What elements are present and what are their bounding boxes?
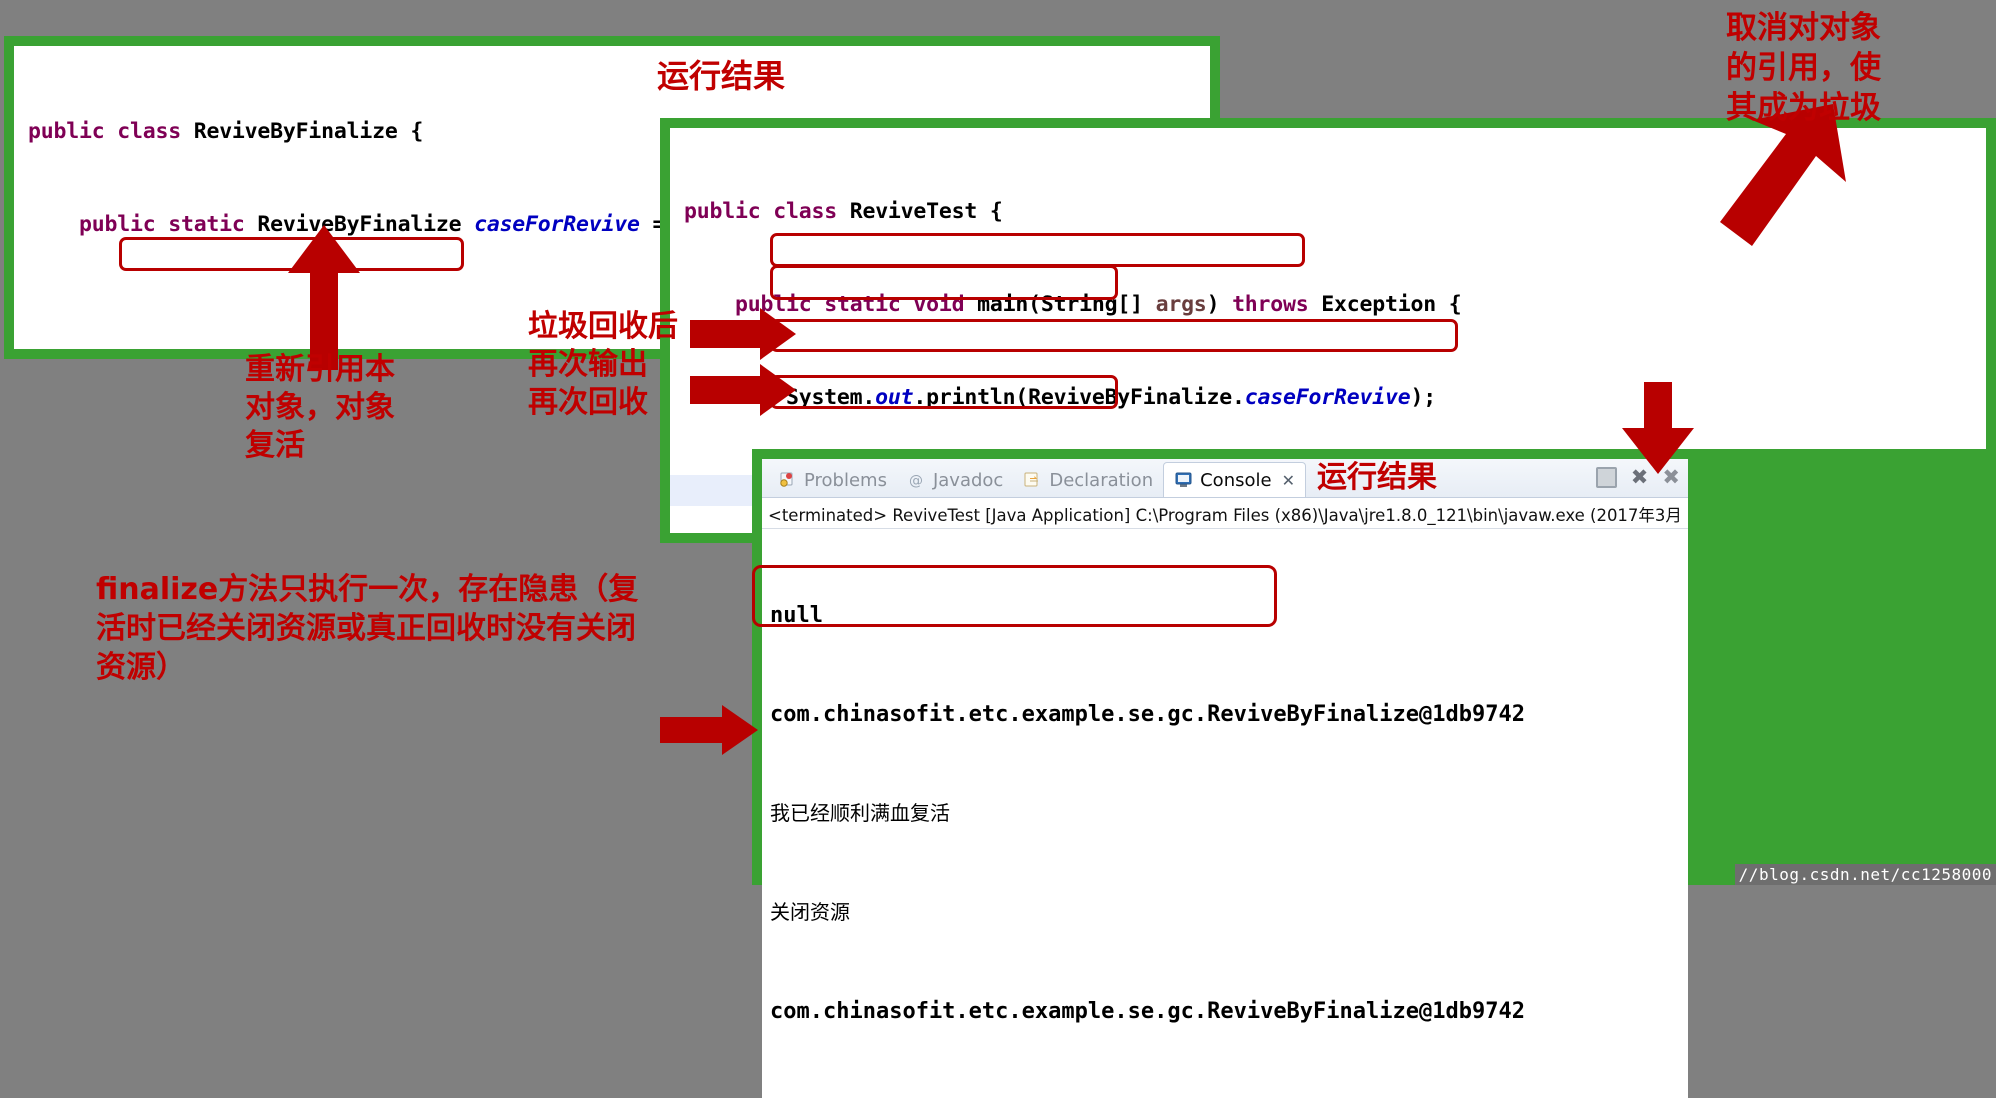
console-line: 我已经顺利满血复活: [770, 801, 950, 825]
annotation-finalize-note: finalize方法只执行一次，存在隐患（复 活时已经关闭资源或真正回收时没有关…: [96, 572, 639, 685]
watermark: //blog.csdn.net/cc1258000: [1734, 864, 1996, 885]
arrow-up-left-editor: [288, 225, 360, 370]
close-icon[interactable]: ✕: [1282, 471, 1295, 490]
arrow-down-console: [1622, 382, 1694, 474]
declaration-icon: [1023, 471, 1043, 489]
annotation-run-result-left: 运行结果: [657, 57, 786, 95]
console-line: com.chinasofit.etc.example.se.gc.ReviveB…: [770, 999, 1525, 1024]
console-line: 关闭资源: [770, 900, 850, 924]
tab-problems[interactable]: Problems: [768, 463, 897, 497]
annotation-run-result-console: 运行结果: [1317, 460, 1437, 495]
stop-square-icon[interactable]: [1595, 467, 1617, 488]
tab-declaration[interactable]: Declaration: [1013, 463, 1163, 497]
arrow-right-after-gc-2: [690, 364, 796, 416]
console-icon: [1174, 471, 1194, 489]
console-frame: Problems @ Javadoc Declaration Console ✕: [752, 449, 1996, 1098]
arrow-right-finalize-note: [660, 705, 758, 755]
code-line: System.out.println(ReviveByFinalize.case…: [785, 385, 1436, 410]
tab-console[interactable]: Console ✕: [1163, 462, 1306, 497]
eclipse-console[interactable]: Problems @ Javadoc Declaration Console ✕: [762, 459, 1688, 1098]
arrow-right-after-gc-1: [690, 308, 796, 360]
tab-declaration-label: Declaration: [1049, 469, 1154, 491]
tab-console-label: Console: [1200, 469, 1272, 491]
annotation-after-gc: 垃圾回收后 再次输出 再次回收: [528, 309, 678, 420]
tab-javadoc[interactable]: @ Javadoc: [897, 463, 1013, 497]
console-tab-bar: Problems @ Javadoc Declaration Console ✕: [762, 459, 1688, 498]
console-output[interactable]: null com.chinasofit.etc.example.se.gc.Re…: [762, 529, 1688, 1098]
tab-problems-label: Problems: [804, 469, 887, 491]
console-line: com.chinasofit.etc.example.se.gc.ReviveB…: [770, 702, 1525, 727]
annotation-cancel-reference: 取消对对象 的引用，使 其成为垃圾: [1726, 10, 1881, 126]
console-launch-line: <terminated> ReviveTest [Java Applicatio…: [762, 498, 1688, 529]
tab-javadoc-label: Javadoc: [932, 469, 1004, 491]
problems-icon: [778, 471, 798, 489]
svg-text:@: @: [909, 473, 923, 489]
console-line: null: [770, 603, 823, 628]
javadoc-icon: @: [907, 471, 927, 489]
code-line: public static void main(String[] args) t…: [734, 292, 1462, 317]
annotation-re-reference: 重新引用本 对象，对象 复活: [245, 352, 395, 463]
